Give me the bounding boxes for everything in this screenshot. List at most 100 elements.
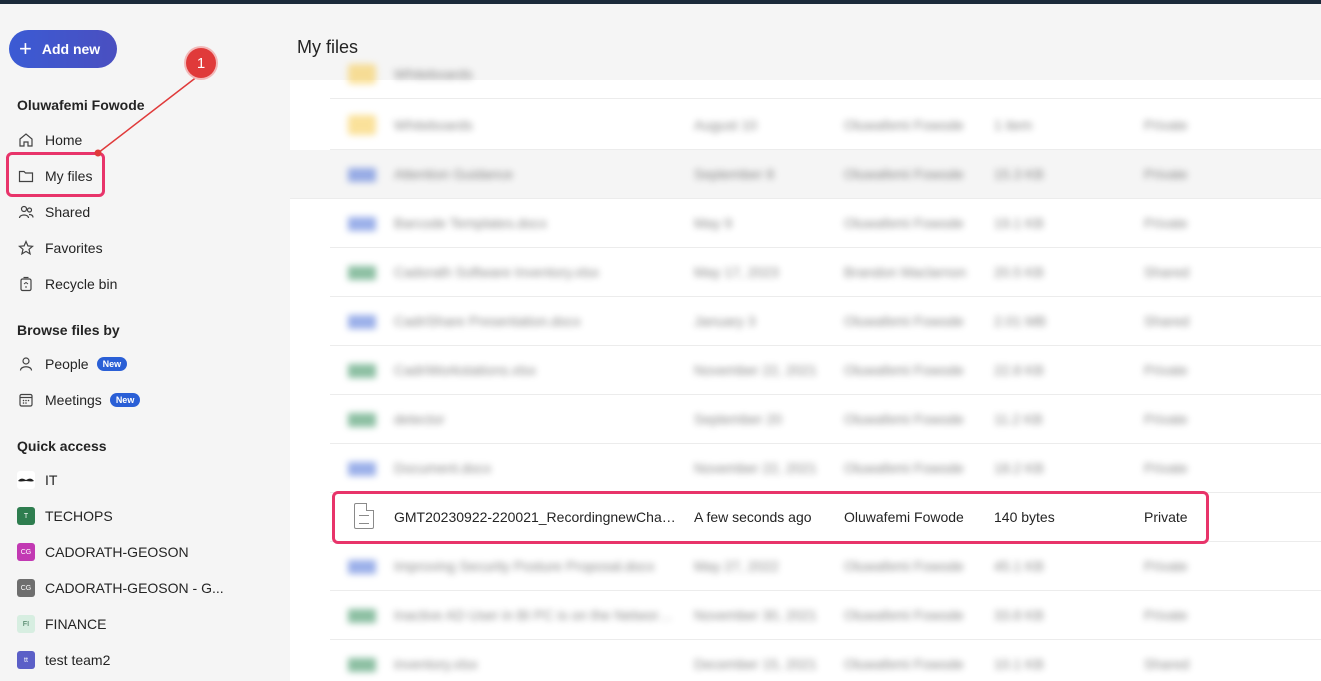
file-row[interactable]: detector September 20 Oluwafemi Fowode 1… xyxy=(330,395,1321,444)
file-name: Document.docx xyxy=(394,460,492,476)
file-name: CadriShare Presentation.docx xyxy=(394,313,581,329)
quick-access-title: Quick access xyxy=(17,438,107,454)
file-size: 18.2 KB xyxy=(994,460,1044,476)
browse-people[interactable]: People New xyxy=(17,352,128,376)
file-sharing: Private xyxy=(1144,215,1188,231)
nav-home[interactable]: Home xyxy=(17,128,82,152)
file-size: 11.2 KB xyxy=(994,411,1043,427)
file-modified: November 30, 2021 xyxy=(694,607,817,623)
file-name: CadriWorkstations.xlsx xyxy=(394,362,537,378)
quick-access-label: IT xyxy=(45,472,58,488)
quick-access-test-team2[interactable]: tt test team2 xyxy=(17,648,110,672)
file-size: 22.8 KB xyxy=(994,362,1044,378)
file-name: Attention Guidance xyxy=(394,166,514,182)
add-new-button[interactable]: + Add new xyxy=(9,30,117,68)
nav-shared-label: Shared xyxy=(45,204,91,220)
file-owner: Oluwafemi Fowode xyxy=(844,313,964,329)
file-row[interactable]: Improving Security Posture Proposal.docx… xyxy=(330,542,1321,591)
team-avatar-icon: CG xyxy=(17,579,35,597)
word-file-icon xyxy=(348,217,376,231)
sidebar: + Add new Oluwafemi Fowode Home My files… xyxy=(0,4,290,681)
add-new-label: Add new xyxy=(41,41,101,57)
file-name: Whiteboards xyxy=(394,66,473,82)
file-sharing: Private xyxy=(1144,460,1188,476)
file-modified: January 3 xyxy=(694,313,756,329)
browse-meetings[interactable]: Meetings New xyxy=(17,388,141,412)
file-modified: September 8 xyxy=(694,166,775,182)
file-row[interactable]: CadriShare Presentation.docx January 3 O… xyxy=(330,297,1321,346)
person-icon xyxy=(17,355,35,373)
word-file-icon xyxy=(348,168,376,182)
plus-icon: + xyxy=(19,36,32,61)
file-name: Whiteboards xyxy=(394,117,473,133)
file-owner: Oluwafemi Fowode xyxy=(844,411,964,427)
file-row[interactable]: Inactive AD User in BI PC is on the Netw… xyxy=(330,591,1321,640)
file-name: Barcode Templates.docx xyxy=(394,215,548,231)
file-sharing: Private xyxy=(1144,166,1188,182)
file-owner: Oluwafemi Fowode xyxy=(844,656,964,672)
quick-access-label: FINANCE xyxy=(45,616,107,632)
calendar-icon xyxy=(17,391,35,409)
word-file-icon xyxy=(348,315,376,329)
file-row[interactable]: Barcode Templates.docx May 9 Oluwafemi F… xyxy=(330,199,1321,248)
team-avatar-icon: CG xyxy=(17,543,35,561)
team-avatar-icon: tt xyxy=(17,651,35,669)
quick-access-it[interactable]: IT xyxy=(17,468,57,492)
file-name: Inactive AD User in BI PC is on the Netw… xyxy=(394,607,676,623)
file-owner: Oluwafemi Fowode xyxy=(844,166,964,182)
excel-file-icon xyxy=(348,658,376,672)
team-avatar-icon: FI xyxy=(17,615,35,633)
file-modified: November 22, 2021 xyxy=(694,362,817,378)
quick-access-techops[interactable]: T TECHOPS xyxy=(17,504,113,528)
nav-shared[interactable]: Shared xyxy=(17,200,90,224)
file-size: 45.1 KB xyxy=(994,558,1044,574)
folder-icon xyxy=(348,115,376,135)
file-row[interactable]: Document.docx November 22, 2021 Oluwafem… xyxy=(330,444,1321,493)
file-size: 2.01 MB xyxy=(994,313,1047,329)
nav-favorites[interactable]: Favorites xyxy=(17,236,103,260)
word-file-icon xyxy=(348,462,376,476)
file-modified: May 17, 2023 xyxy=(694,264,779,280)
file-size: 20.5 KB xyxy=(994,264,1044,280)
main-content: My files Whiteboards Whiteboards August … xyxy=(290,4,1321,681)
nav-recycle-bin[interactable]: Recycle bin xyxy=(17,272,117,296)
quick-access-label: test team2 xyxy=(45,652,111,668)
nav-favorites-label: Favorites xyxy=(45,240,103,256)
browse-meetings-label: Meetings xyxy=(45,392,102,408)
file-row[interactable]: inventory.xlsx December 15, 2021 Oluwafe… xyxy=(330,640,1321,681)
file-sharing: Shared xyxy=(1144,313,1190,329)
team-avatar-icon: T xyxy=(17,507,35,525)
file-owner: Oluwafemi Fowode xyxy=(844,558,964,574)
nav-recycle-bin-label: Recycle bin xyxy=(45,276,118,292)
file-size: 10.1 KB xyxy=(994,656,1044,672)
quick-access-cadorath-geoson[interactable]: CG CADORATH-GEOSON xyxy=(17,540,189,564)
excel-file-icon xyxy=(348,266,376,280)
file-owner: Brandon Maclarnon xyxy=(844,264,967,280)
file-sharing: Private xyxy=(1144,558,1188,574)
browse-people-label: People xyxy=(45,356,89,372)
file-row[interactable]: Whiteboards xyxy=(330,50,1321,99)
quick-access-label: TECHOPS xyxy=(45,508,113,524)
quick-access-finance[interactable]: FI FINANCE xyxy=(17,612,106,636)
star-icon xyxy=(17,239,35,257)
file-name: Cadorath Software Inventory.xlsx xyxy=(394,264,600,280)
file-size: 33.8 KB xyxy=(994,607,1044,623)
file-sharing: Shared xyxy=(1144,264,1190,280)
quick-access-cadorath-geoson-g[interactable]: CG CADORATH-GEOSON - G... xyxy=(17,576,224,600)
file-owner: Oluwafemi Fowode xyxy=(844,460,964,476)
file-row[interactable]: Whiteboards August 10 Oluwafemi Fowode 1… xyxy=(330,101,1321,150)
step-number-badge: 1 xyxy=(186,48,216,78)
user-name: Oluwafemi Fowode xyxy=(17,97,145,113)
file-name: detector xyxy=(394,411,445,427)
file-owner: Oluwafemi Fowode xyxy=(844,117,964,133)
nav-home-label: Home xyxy=(45,132,83,148)
file-row[interactable]: CadriWorkstations.xlsx November 22, 2021… xyxy=(330,346,1321,395)
browse-files-title: Browse files by xyxy=(17,322,120,338)
file-modified: August 10 xyxy=(694,117,758,133)
file-name: inventory.xlsx xyxy=(394,656,478,672)
file-size: 19.1 KB xyxy=(994,215,1044,231)
file-row[interactable]: Attention Guidance September 8 Oluwafemi… xyxy=(290,150,1321,199)
file-row[interactable]: Cadorath Software Inventory.xlsx May 17,… xyxy=(330,248,1321,297)
team-avatar-icon xyxy=(17,471,35,489)
new-badge: New xyxy=(109,393,141,407)
